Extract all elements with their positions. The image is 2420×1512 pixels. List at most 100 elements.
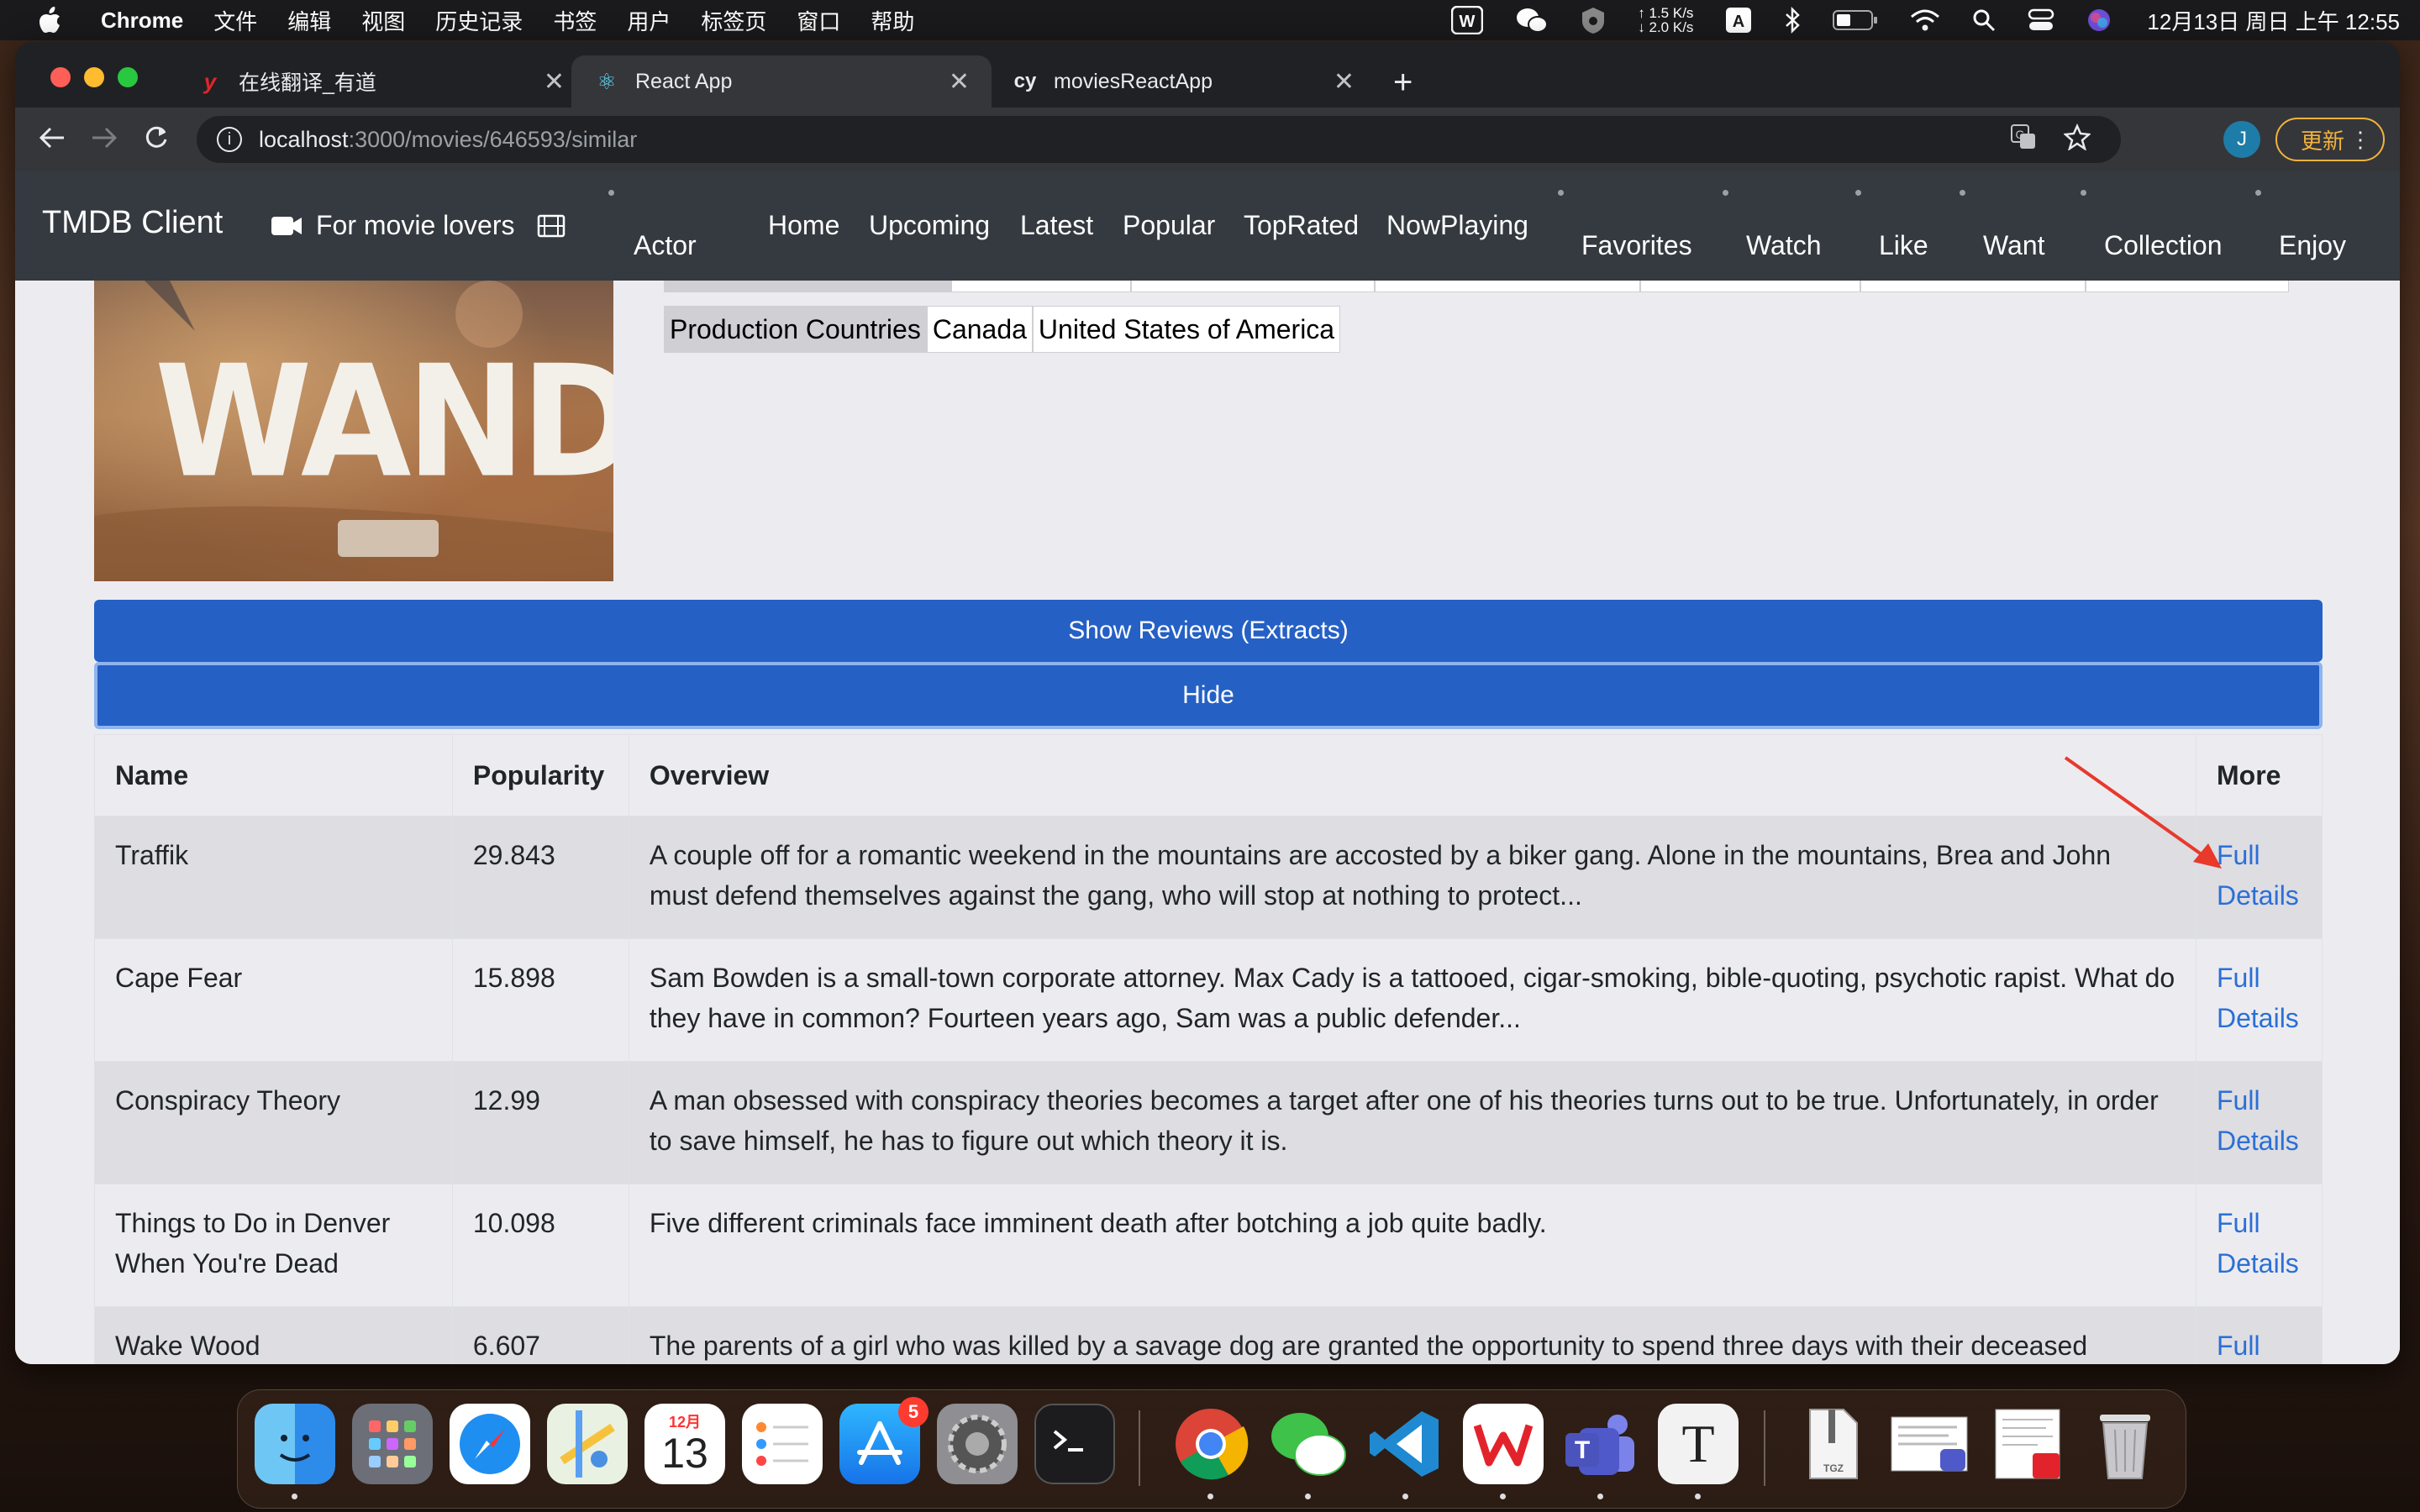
site-info-icon[interactable]: i	[217, 127, 242, 152]
address-bar[interactable]: i localhost:3000/movies/646593/similar G	[197, 116, 2121, 163]
nav-latest[interactable]: Latest	[1020, 210, 1093, 241]
system-preferences-icon[interactable]	[937, 1404, 1018, 1484]
tab-youdao[interactable]: y 在线翻译_有道 ✕	[175, 55, 587, 108]
translate-icon[interactable]: G	[2010, 123, 2037, 156]
back-arrow-icon[interactable]	[34, 119, 71, 156]
nav-actor[interactable]: Actor	[634, 230, 697, 261]
bookmark-star-icon[interactable]	[2063, 123, 2091, 156]
menu-app-name[interactable]: Chrome	[101, 8, 183, 34]
launchpad-icon[interactable]	[352, 1404, 433, 1484]
document-thumbnail-icon[interactable]	[1890, 1404, 1970, 1484]
nav-upcoming[interactable]: Upcoming	[869, 210, 990, 241]
menu-profiles[interactable]: 用户	[627, 5, 671, 36]
nav-toprated[interactable]: TopRated	[1244, 210, 1359, 241]
menu-window[interactable]: 窗口	[797, 5, 840, 36]
menu-file[interactable]: 文件	[213, 5, 257, 36]
menu-kebab-icon[interactable]: ⋮	[2349, 127, 2371, 153]
net-download: ↓ 2.0 K/s	[1638, 19, 1694, 35]
maps-icon[interactable]	[547, 1404, 628, 1484]
calendar-icon[interactable]: 12月 13	[644, 1404, 725, 1484]
window-minimize-button[interactable]	[84, 67, 104, 87]
menu-view[interactable]: 视图	[361, 5, 405, 36]
bluetooth-icon[interactable]	[1784, 7, 1801, 34]
wifi-icon[interactable]	[1910, 8, 1940, 32]
tab-react-app[interactable]: ⚛ React App ✕	[571, 55, 992, 108]
net-upload: ↑ 1.5 K/s	[1638, 5, 1694, 21]
table-row: Wake Wood 6.607 The parents of a girl wh…	[94, 1306, 2323, 1364]
update-button[interactable]: 更新 ⋮	[2275, 118, 2385, 161]
menubar-clock[interactable]: 12月13日 周日 上午 12:55	[2147, 5, 2400, 36]
tab-movies-react-app[interactable]: cy moviesReactApp ✕	[990, 55, 1376, 108]
safari-icon[interactable]	[450, 1404, 530, 1484]
full-details-link[interactable]: Full Details	[2217, 958, 2299, 1038]
production-country: United States of America	[1032, 306, 1341, 353]
hide-button[interactable]: Hide	[94, 662, 2323, 729]
nav-collection[interactable]: Collection	[2104, 230, 2223, 261]
archive-file-icon[interactable]: TGZ	[1792, 1404, 1873, 1484]
nav-nowplaying[interactable]: NowPlaying	[1386, 210, 1528, 241]
column-header-popularity: Popularity	[451, 734, 629, 816]
page-viewport: TMDB Client For movie lovers Actor Home …	[15, 171, 2400, 1364]
nav-want[interactable]: Want	[1983, 230, 2045, 261]
window-zoom-button[interactable]	[118, 67, 138, 87]
full-details-link[interactable]: Full Details	[2217, 1326, 2275, 1364]
close-icon[interactable]: ✕	[544, 67, 565, 97]
vscode-icon[interactable]	[1365, 1404, 1446, 1499]
movie-name: Conspiracy Theory	[94, 1061, 453, 1184]
apple-icon[interactable]	[35, 5, 66, 35]
nav-dot	[1960, 190, 1965, 196]
movie-overview: Sam Bowden is a small-town corporate att…	[628, 938, 2196, 1062]
input-method-icon[interactable]: A	[1725, 7, 1752, 34]
nav-dot	[608, 190, 614, 196]
wps-office-icon[interactable]	[1463, 1404, 1544, 1499]
siri-icon[interactable]	[2086, 8, 2112, 33]
nav-popular[interactable]: Popular	[1123, 210, 1215, 241]
menu-history[interactable]: 历史记录	[435, 5, 523, 36]
control-center-icon[interactable]	[2028, 8, 2054, 33]
battery-icon[interactable]	[1833, 9, 1878, 31]
nav-like[interactable]: Like	[1879, 230, 1928, 261]
profile-avatar[interactable]: J	[2223, 121, 2260, 158]
app-store-icon[interactable]: 5	[839, 1397, 929, 1484]
brand-link[interactable]: TMDB Client	[42, 205, 223, 241]
nav-watch[interactable]: Watch	[1746, 230, 1822, 261]
menu-tab[interactable]: 标签页	[701, 5, 766, 36]
movie-popularity: 15.898	[451, 938, 629, 1062]
full-details-link[interactable]: Full Details	[2217, 1080, 2299, 1161]
forward-arrow-icon[interactable]	[86, 119, 123, 156]
vpn-icon[interactable]	[1581, 6, 1606, 34]
typora-icon[interactable]: T	[1658, 1404, 1739, 1499]
nav-enjoy[interactable]: Enjoy	[2279, 230, 2346, 261]
menu-edit[interactable]: 编辑	[287, 5, 331, 36]
nav-dot	[1558, 190, 1564, 196]
reminders-icon[interactable]	[742, 1404, 823, 1484]
svg-text:TGZ: TGZ	[1823, 1462, 1844, 1474]
close-icon[interactable]: ✕	[949, 67, 970, 97]
reload-icon[interactable]	[138, 119, 175, 156]
wechat-icon[interactable]	[1515, 6, 1549, 34]
window-close-button[interactable]	[50, 67, 71, 87]
terminal-icon[interactable]	[1034, 1404, 1115, 1484]
spotlight-icon[interactable]	[1972, 8, 1996, 32]
svg-text:W: W	[1460, 13, 1476, 31]
wps-icon[interactable]: W	[1451, 6, 1484, 34]
video-camera-icon	[271, 216, 302, 235]
show-reviews-button[interactable]: Show Reviews (Extracts)	[94, 600, 2323, 662]
nav-favorites[interactable]: Favorites	[1581, 230, 1692, 261]
running-indicator	[1207, 1494, 1213, 1499]
chrome-icon[interactable]	[1171, 1404, 1251, 1499]
trash-icon[interactable]	[2085, 1404, 2165, 1484]
wechat-dock-icon[interactable]	[1268, 1404, 1349, 1499]
menu-bookmarks[interactable]: 书签	[553, 5, 597, 36]
finder-icon[interactable]	[255, 1404, 335, 1499]
cypress-favicon-icon: cy	[1013, 70, 1037, 92]
close-icon[interactable]: ✕	[1334, 67, 1355, 97]
table-row: Conspiracy Theory 12.99 A man obsessed w…	[94, 1061, 2323, 1184]
nav-dot	[2255, 190, 2261, 196]
full-details-link[interactable]: Full Details	[2217, 1203, 2299, 1284]
new-tab-plus-icon[interactable]: +	[1393, 64, 1413, 102]
nav-home[interactable]: Home	[768, 210, 839, 241]
teams-icon[interactable]: T	[1560, 1404, 1641, 1499]
menu-help[interactable]: 帮助	[871, 5, 914, 36]
wps-document-thumbnail-icon[interactable]	[1987, 1404, 2068, 1484]
